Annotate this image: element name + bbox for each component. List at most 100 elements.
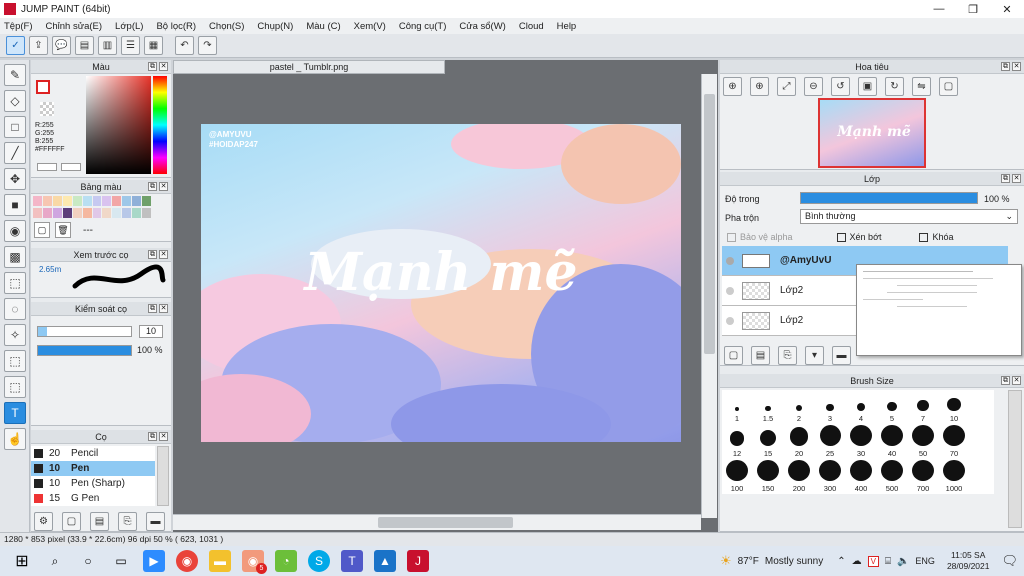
chevron-up-icon[interactable]: ⌃ <box>837 556 845 567</box>
brush-size-option[interactable]: 300 <box>815 460 845 494</box>
palette-swatch[interactable] <box>62 196 72 206</box>
close-icon[interactable]: ✕ <box>159 304 168 313</box>
notification-icon[interactable]: 🗨 <box>1001 553 1018 569</box>
palette-swatch[interactable] <box>122 207 132 218</box>
close-icon[interactable]: ✕ <box>1012 174 1021 183</box>
line-tool-icon[interactable]: ╱ <box>4 142 26 164</box>
float-icon[interactable]: ⧉ <box>1001 376 1010 385</box>
new-raster-layer-icon[interactable]: ▤ <box>751 346 770 365</box>
task-view-icon[interactable]: ▭ <box>110 550 132 572</box>
brush-size-option[interactable]: 400 <box>846 460 876 494</box>
file-explorer-icon[interactable]: ▬ <box>209 550 231 572</box>
layer-opacity-slider[interactable] <box>800 192 978 204</box>
brush-size-scrollbar[interactable] <box>1008 390 1022 528</box>
palette-swatch[interactable] <box>112 207 122 218</box>
saturation-value-picker[interactable] <box>86 76 151 174</box>
palette-swatch[interactable] <box>122 196 132 206</box>
palette-swatch[interactable] <box>102 196 112 206</box>
rotate-left-icon[interactable]: ↺ <box>831 77 850 96</box>
select-rect-tool-icon[interactable]: ⬚ <box>4 272 26 294</box>
palette-swatch[interactable] <box>132 196 142 206</box>
brush-size-option[interactable]: 7 <box>908 390 938 424</box>
brush-menu-icon[interactable]: ▤ <box>90 512 109 531</box>
new-text-layer-icon[interactable]: ⎘ <box>778 346 797 365</box>
eraser-tool-icon[interactable]: ◇ <box>4 90 26 112</box>
palette-swatch[interactable] <box>132 207 142 218</box>
maximize-button[interactable]: ❐ <box>956 0 990 18</box>
palette-swatch[interactable] <box>142 207 151 218</box>
close-icon[interactable]: ✕ <box>159 182 168 191</box>
float-icon[interactable]: ⧉ <box>148 62 157 71</box>
clock[interactable]: 11:05 SA 28/09/2021 <box>947 550 990 572</box>
menu-help[interactable]: Help <box>557 21 577 32</box>
flip-icon[interactable]: ⇋ <box>912 77 931 96</box>
palette-swatch[interactable] <box>62 207 72 218</box>
brush-size-option[interactable]: 5 <box>877 390 907 424</box>
new-palette-icon[interactable]: ▢ <box>34 222 50 238</box>
close-icon[interactable]: ✕ <box>159 250 168 259</box>
artwork-image[interactable]: @AMYUVU #HOIDAP247 Mạnh mẽ <box>201 124 681 442</box>
magic-wand-tool-icon[interactable]: ✧ <box>4 324 26 346</box>
volume-icon[interactable]: 🔈 <box>897 556 909 567</box>
navigator-option-icon[interactable]: ▢ <box>939 77 958 96</box>
palette-swatch[interactable] <box>42 196 52 206</box>
gradient-tool-icon[interactable]: ▩ <box>4 246 26 268</box>
rotate-reset-icon[interactable]: ▣ <box>858 77 877 96</box>
chrome-profile-icon[interactable]: ◉ 5 <box>242 550 267 574</box>
menu-file[interactable]: Tệp(F) <box>4 21 33 32</box>
hue-slider[interactable] <box>153 76 167 174</box>
palette-swatch[interactable] <box>33 207 42 218</box>
cortana-icon[interactable]: ○ <box>77 550 99 572</box>
weather-temp[interactable]: 87°F <box>738 556 759 567</box>
blend-mode-select[interactable]: Bình thường ⌄ <box>800 209 1018 224</box>
list-icon[interactable]: ☰ <box>121 36 140 55</box>
palette-swatch[interactable] <box>52 207 62 218</box>
palette-swatch[interactable] <box>142 196 151 206</box>
network-icon[interactable]: ⌸ <box>885 556 891 567</box>
minimize-button[interactable]: — <box>922 0 956 18</box>
search-icon[interactable]: ⌕ <box>44 550 66 572</box>
brush-size-option[interactable]: 12 <box>722 425 752 459</box>
unikey-icon[interactable]: V <box>867 555 879 567</box>
menu-select[interactable]: Chọn(S) <box>209 21 244 32</box>
palette-swatch[interactable] <box>82 207 92 218</box>
new-layer-icon[interactable]: ▢ <box>724 346 743 365</box>
brush-item-gpen[interactable]: 15 G Pen <box>31 491 155 506</box>
select-eraser-tool-icon[interactable]: ⬚ <box>4 376 26 398</box>
brush-size-option[interactable]: 3 <box>815 390 845 424</box>
lasso-tool-icon[interactable]: ◌ <box>4 298 26 320</box>
background-color-swatch[interactable] <box>40 102 54 116</box>
brush-size-option[interactable]: 100 <box>722 460 752 494</box>
brush-list-scrollbar[interactable] <box>157 446 169 506</box>
canvas-vertical-scrollbar[interactable] <box>701 74 717 518</box>
document-icon[interactable]: ▥ <box>98 36 117 55</box>
brush-size-option[interactable]: 150 <box>753 460 783 494</box>
brush-size-option[interactable]: 1.5 <box>753 390 783 424</box>
brush-size-option[interactable]: 40 <box>877 425 907 459</box>
close-icon[interactable]: ✕ <box>1012 376 1021 385</box>
fit-screen-icon[interactable]: ⤢ <box>777 77 796 96</box>
zoom-out-icon[interactable]: ⊖ <box>804 77 823 96</box>
brush-opacity-slider[interactable] <box>37 345 132 356</box>
palette-swatch[interactable] <box>92 207 102 218</box>
redo-icon[interactable]: ↷ <box>198 36 217 55</box>
jump-paint-icon[interactable]: J <box>407 550 429 572</box>
layer-menu-icon[interactable]: ▾ <box>805 346 824 365</box>
brush-settings-icon[interactable]: ⚙ <box>34 512 53 531</box>
brush-size-option[interactable]: 10 <box>939 390 969 424</box>
weather-text[interactable]: Mostly sunny <box>765 556 823 567</box>
photos-icon[interactable]: ▲ <box>374 550 396 572</box>
palette-swatches[interactable] <box>33 196 151 218</box>
close-icon[interactable]: ✕ <box>159 432 168 441</box>
document-tab[interactable]: pastel _ Tumblr.png <box>173 60 445 74</box>
brush-tool-icon[interactable]: ✎ <box>4 64 26 86</box>
canvas-horizontal-scrollbar[interactable] <box>173 514 701 530</box>
brush-size-option[interactable]: 15 <box>753 425 783 459</box>
float-icon[interactable]: ⧉ <box>1001 174 1010 183</box>
select-pen-tool-icon[interactable]: ⬚ <box>4 350 26 372</box>
foreground-color-swatch[interactable] <box>36 80 50 94</box>
color-mode-button-2[interactable] <box>61 163 81 171</box>
brush-size-slider[interactable] <box>37 326 132 337</box>
close-icon[interactable]: ✕ <box>1012 62 1021 71</box>
brush-size-option[interactable]: 25 <box>815 425 845 459</box>
